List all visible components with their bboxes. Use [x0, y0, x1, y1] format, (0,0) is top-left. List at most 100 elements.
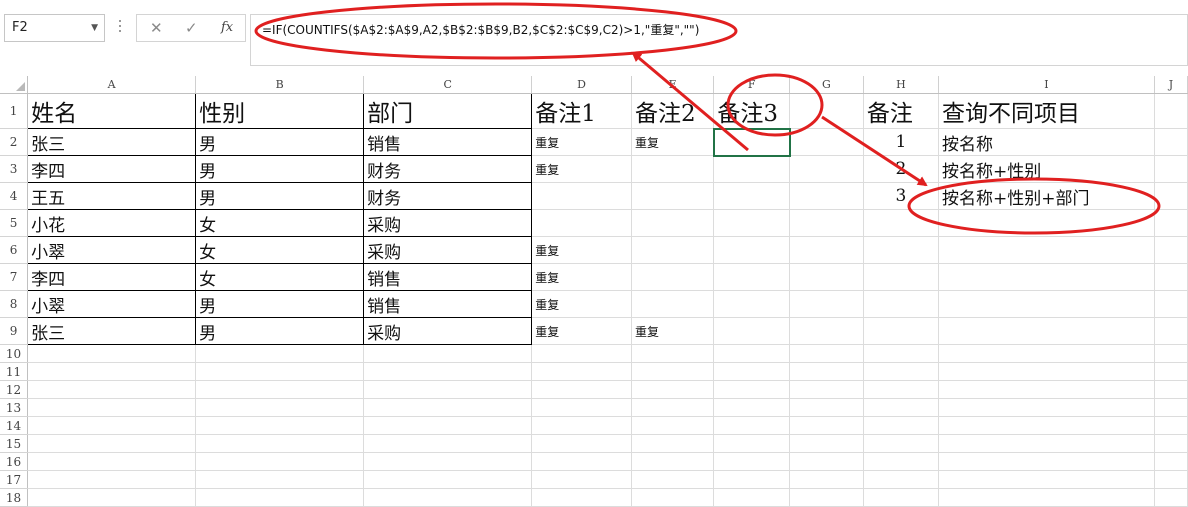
cell-a5[interactable]: 小花: [27, 209, 197, 237]
cell-d16[interactable]: [531, 452, 632, 471]
cell-i18[interactable]: [938, 488, 1155, 507]
cell-a14[interactable]: [27, 416, 197, 435]
cell-e3[interactable]: [631, 155, 715, 183]
row-header[interactable]: 4: [0, 182, 29, 210]
cell-h16[interactable]: [863, 452, 940, 471]
cell-c9[interactable]: 采购: [363, 317, 533, 345]
cell-j13[interactable]: [1154, 398, 1188, 417]
cell-c1[interactable]: 部门: [363, 92, 533, 129]
cell-h7[interactable]: [863, 263, 940, 291]
cell-c3[interactable]: 财务: [363, 155, 533, 183]
cell-h15[interactable]: [863, 434, 940, 453]
cell-i4[interactable]: 按名称+性别+部门: [938, 182, 1155, 210]
cell-e13[interactable]: [631, 398, 715, 417]
cell-a6[interactable]: 小翠: [27, 236, 197, 264]
column-header-b[interactable]: B: [195, 76, 365, 94]
cell-d1[interactable]: 备注1: [531, 93, 632, 129]
column-header-e[interactable]: E: [631, 76, 715, 94]
chevron-down-icon[interactable]: ▼: [91, 15, 98, 41]
cell-j9[interactable]: [1154, 317, 1188, 345]
cell-h9[interactable]: [863, 317, 940, 345]
cell-a12[interactable]: [27, 380, 197, 399]
cell-j1[interactable]: [1154, 93, 1188, 129]
cell-f4[interactable]: [713, 182, 791, 210]
cell-d15[interactable]: [531, 434, 632, 453]
cell-e12[interactable]: [631, 380, 715, 399]
cell-a11[interactable]: [27, 362, 197, 381]
cell-h10[interactable]: [863, 344, 940, 363]
cell-b7[interactable]: 女: [195, 263, 365, 291]
cell-g14[interactable]: [789, 416, 864, 435]
cell-b12[interactable]: [195, 380, 365, 399]
cell-d8[interactable]: 重复: [531, 290, 632, 318]
cell-g4[interactable]: [789, 182, 864, 210]
cell-c2[interactable]: 销售: [363, 128, 533, 156]
cell-b11[interactable]: [195, 362, 365, 381]
formula-input[interactable]: =IF(COUNTIFS($A$2:$A$9,A2,$B$2:$B$9,B2,$…: [250, 14, 1188, 66]
cell-b2[interactable]: 男: [195, 128, 365, 156]
cell-j15[interactable]: [1154, 434, 1188, 453]
cell-i9[interactable]: [938, 317, 1155, 345]
cell-i7[interactable]: [938, 263, 1155, 291]
cell-c5[interactable]: 采购: [363, 209, 533, 237]
cell-j18[interactable]: [1154, 488, 1188, 507]
cell-c7[interactable]: 销售: [363, 263, 533, 291]
cell-b6[interactable]: 女: [195, 236, 365, 264]
cell-e17[interactable]: [631, 470, 715, 489]
cell-g1[interactable]: [789, 93, 864, 129]
cell-g10[interactable]: [789, 344, 864, 363]
column-header-g[interactable]: G: [789, 76, 864, 94]
cell-h1[interactable]: 备注: [863, 93, 940, 129]
cell-i2[interactable]: 按名称: [938, 128, 1155, 156]
cancel-icon[interactable]: ✕: [150, 19, 163, 37]
cell-e4[interactable]: [631, 182, 715, 210]
cell-d7[interactable]: 重复: [531, 263, 632, 291]
cell-b18[interactable]: [195, 488, 365, 507]
cell-a17[interactable]: [27, 470, 197, 489]
cell-f11[interactable]: [713, 362, 791, 381]
cell-h13[interactable]: [863, 398, 940, 417]
cell-g16[interactable]: [789, 452, 864, 471]
select-all-corner[interactable]: [0, 76, 29, 94]
cell-j10[interactable]: [1154, 344, 1188, 363]
cell-d13[interactable]: [531, 398, 632, 417]
cell-j14[interactable]: [1154, 416, 1188, 435]
cell-c12[interactable]: [363, 380, 533, 399]
cell-h8[interactable]: [863, 290, 940, 318]
cell-c4[interactable]: 财务: [363, 182, 533, 210]
cell-h14[interactable]: [863, 416, 940, 435]
row-header[interactable]: 14: [0, 416, 29, 435]
cell-d18[interactable]: [531, 488, 632, 507]
cell-c11[interactable]: [363, 362, 533, 381]
cell-i8[interactable]: [938, 290, 1155, 318]
row-header[interactable]: 8: [0, 290, 29, 318]
cell-g6[interactable]: [789, 236, 864, 264]
cell-c13[interactable]: [363, 398, 533, 417]
cell-b17[interactable]: [195, 470, 365, 489]
row-header[interactable]: 2: [0, 128, 29, 156]
cell-d11[interactable]: [531, 362, 632, 381]
row-header[interactable]: 12: [0, 380, 29, 399]
cell-a4[interactable]: 王五: [27, 182, 197, 210]
cell-j3[interactable]: [1154, 155, 1188, 183]
row-header[interactable]: 10: [0, 344, 29, 363]
cell-f16[interactable]: [713, 452, 791, 471]
cell-c14[interactable]: [363, 416, 533, 435]
cell-i17[interactable]: [938, 470, 1155, 489]
cell-b5[interactable]: 女: [195, 209, 365, 237]
column-header-i[interactable]: I: [938, 76, 1155, 94]
row-header[interactable]: 18: [0, 488, 29, 507]
cell-g8[interactable]: [789, 290, 864, 318]
cell-b4[interactable]: 男: [195, 182, 365, 210]
drag-handle-icon[interactable]: [118, 20, 122, 36]
cell-i5[interactable]: [938, 209, 1155, 237]
cell-d6[interactable]: 重复: [531, 236, 632, 264]
cell-a15[interactable]: [27, 434, 197, 453]
cell-a7[interactable]: 李四: [27, 263, 197, 291]
cell-i6[interactable]: [938, 236, 1155, 264]
confirm-icon[interactable]: ✓: [185, 19, 198, 37]
cell-h17[interactable]: [863, 470, 940, 489]
cell-c18[interactable]: [363, 488, 533, 507]
cell-d9[interactable]: 重复: [531, 317, 632, 345]
cell-f18[interactable]: [713, 488, 791, 507]
